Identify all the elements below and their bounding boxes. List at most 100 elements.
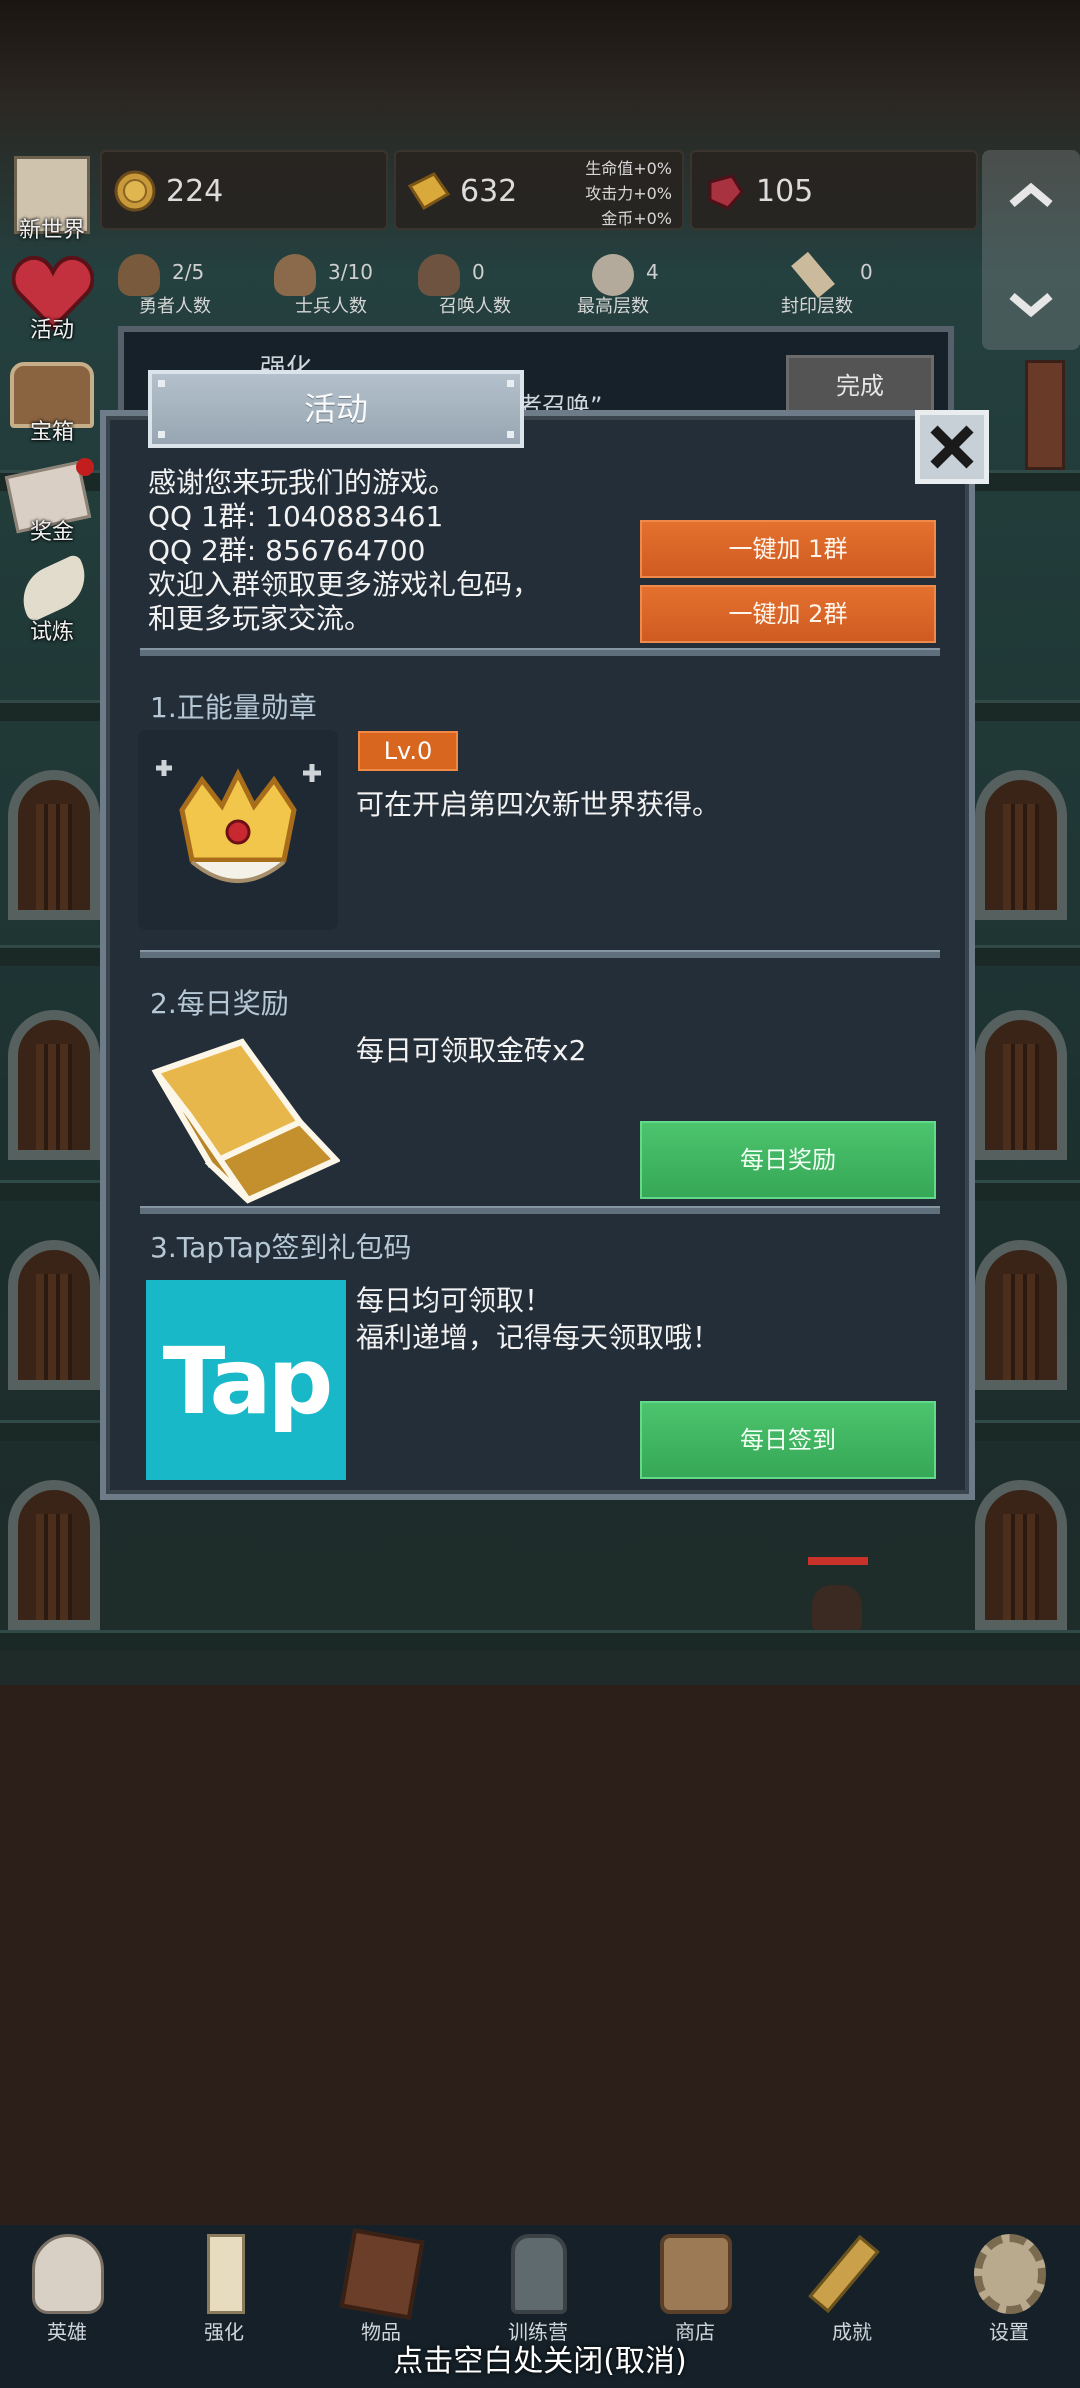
max-floor-value: 4 [646, 260, 659, 284]
medal-frame [138, 730, 338, 930]
dungeon-door [975, 1010, 1067, 1160]
side-menu-activity[interactable]: 活动 [4, 250, 100, 343]
soldier-count-value: 3/10 [328, 260, 373, 284]
side-menu-reward[interactable]: 奖金 [4, 452, 100, 545]
gold-bar-value: 632 [460, 174, 518, 209]
empty-ground[interactable] [0, 1685, 1080, 2225]
close-hint-text: 点击空白处关闭(取消) [393, 2344, 687, 2379]
rock-icon [592, 254, 634, 296]
enemy-sprite-icon [812, 1585, 862, 1630]
nav-hero[interactable]: 英雄 [0, 2228, 142, 2344]
chevron-up-icon[interactable] [1006, 180, 1056, 210]
dungeon-door [975, 770, 1067, 920]
seal-floor-stat: 0 封印层数 [752, 250, 902, 320]
crown-medal-icon [156, 760, 321, 883]
soldier-count-label: 士兵人数 [295, 296, 367, 317]
side-menu-label: 奖金 [29, 520, 74, 545]
daily-reward-button[interactable]: 每日奖励 [640, 1121, 936, 1199]
section2-desc: 每日可领取金砖x2 [356, 1034, 587, 1067]
section3-desc-line: 每日均可领取！ [356, 1284, 553, 1317]
side-menu-label: 试炼 [29, 620, 74, 645]
section2-title: 2.每日奖励 [150, 987, 289, 1020]
summon-count-stat: 0 召唤人数 [400, 250, 550, 320]
summon-head-icon [418, 254, 460, 296]
nav-items[interactable]: 物品 [306, 2228, 456, 2344]
quest-complete-button[interactable]: 完成 [786, 355, 934, 417]
section-divider [140, 648, 940, 656]
section-divider [140, 1206, 940, 1214]
dialog-title: 活动 [148, 370, 524, 448]
buff-hp: 生命值+0% [585, 159, 672, 178]
side-menu-trial[interactable]: 试炼 [4, 552, 100, 645]
gold-bar-resource: 632 生命值+0% 攻击力+0% 金币+0% [394, 150, 684, 230]
buff-gold: 金币+0% [601, 209, 672, 228]
dungeon-door [8, 770, 100, 920]
hero-head-icon [118, 254, 160, 296]
intro-line: 感谢您来玩我们的游戏。 [148, 466, 457, 499]
gem-resource: 105 [690, 150, 978, 230]
gem-value: 105 [756, 174, 814, 209]
side-menu-chest[interactable]: 宝箱 [4, 352, 100, 445]
hero-count-value: 2/5 [172, 260, 205, 284]
dungeon-door [8, 1240, 100, 1390]
section3-desc-line: 福利递增，记得每天领取哦！ [356, 1321, 721, 1354]
qq-group-2: QQ 2群: 856764700 [148, 534, 426, 567]
dungeon-door [8, 1010, 100, 1160]
side-menu-new-world[interactable]: 新世界 [4, 150, 100, 243]
dungeon-door [975, 1240, 1067, 1390]
nav-training-camp[interactable]: 训练营 [463, 2228, 613, 2344]
qq-group-1: QQ 1群: 1040883461 [148, 500, 444, 533]
gear-icon [974, 2234, 1046, 2314]
nav-achievement[interactable]: 成就 [777, 2228, 927, 2344]
max-floor-stat: 4 最高层数 [538, 250, 688, 320]
close-button[interactable] [915, 410, 989, 484]
skull-icon [32, 2234, 104, 2314]
candle-icon [207, 2234, 245, 2314]
section1-title: 1.正能量勋章 [150, 691, 317, 724]
gold-brick-icon [151, 1038, 340, 1204]
intro-line: 欢迎入群领取更多游戏礼包码， [148, 568, 541, 601]
section-divider [140, 950, 940, 958]
red-gem-icon [708, 174, 744, 210]
seal-floor-value: 0 [860, 260, 873, 284]
enemy-health-bar [808, 1557, 868, 1565]
feather-icon [12, 552, 96, 624]
level-badge: Lv.0 [358, 731, 458, 771]
section1-desc: 可在开启第四次新世界获得。 [356, 788, 721, 821]
lantern-icon [511, 2234, 567, 2314]
gold-bar-icon [407, 172, 451, 211]
nav-upgrade[interactable]: 强化 [149, 2228, 299, 2344]
nav-settings[interactable]: 设置 [934, 2228, 1080, 2344]
chevron-down-icon[interactable] [1006, 290, 1056, 320]
dungeon-door [975, 1480, 1067, 1630]
soldier-head-icon [274, 254, 316, 296]
notification-dot [76, 458, 94, 476]
wall-ledge [0, 1630, 1080, 1651]
intro-line: 和更多玩家交流。 [148, 602, 373, 635]
summon-count-value: 0 [472, 260, 485, 284]
buff-list: 生命值+0% 攻击力+0% 金币+0% [572, 156, 672, 231]
side-menu-label: 新世界 [18, 218, 85, 243]
join-group-1-button[interactable]: 一键加 1群 [640, 520, 936, 578]
soldier-count-stat: 3/10 士兵人数 [256, 250, 406, 320]
side-menu-label: 活动 [29, 318, 74, 343]
book-icon [339, 2228, 425, 2320]
taptap-logo-icon: Tap [146, 1280, 346, 1480]
section3-title: 3.TapTap签到礼包码 [150, 1231, 412, 1264]
nav-shop[interactable]: 商店 [620, 2228, 770, 2344]
buff-attack: 攻击力+0% [585, 184, 672, 203]
banner-icon [1025, 360, 1065, 470]
section3-desc: 每日均可领取！ 福利递增，记得每天领取哦！ [356, 1282, 720, 1356]
coin-resource: 224 [100, 150, 388, 230]
key-icon [808, 2235, 880, 2313]
daily-checkin-button[interactable]: 每日签到 [640, 1401, 936, 1479]
dungeon-door [8, 1480, 100, 1630]
intro-text: 感谢您来玩我们的游戏。 QQ 1群: 1040883461 QQ 2群: 856… [148, 466, 540, 636]
join-group-2-button[interactable]: 一键加 2群 [640, 585, 936, 643]
floor-scroll-panel [982, 150, 1080, 350]
close-icon [930, 425, 974, 469]
hero-count-label: 勇者人数 [139, 296, 211, 317]
coin-value: 224 [166, 174, 224, 209]
beer-mug-icon [660, 2234, 732, 2314]
side-menu-label: 宝箱 [29, 420, 74, 445]
